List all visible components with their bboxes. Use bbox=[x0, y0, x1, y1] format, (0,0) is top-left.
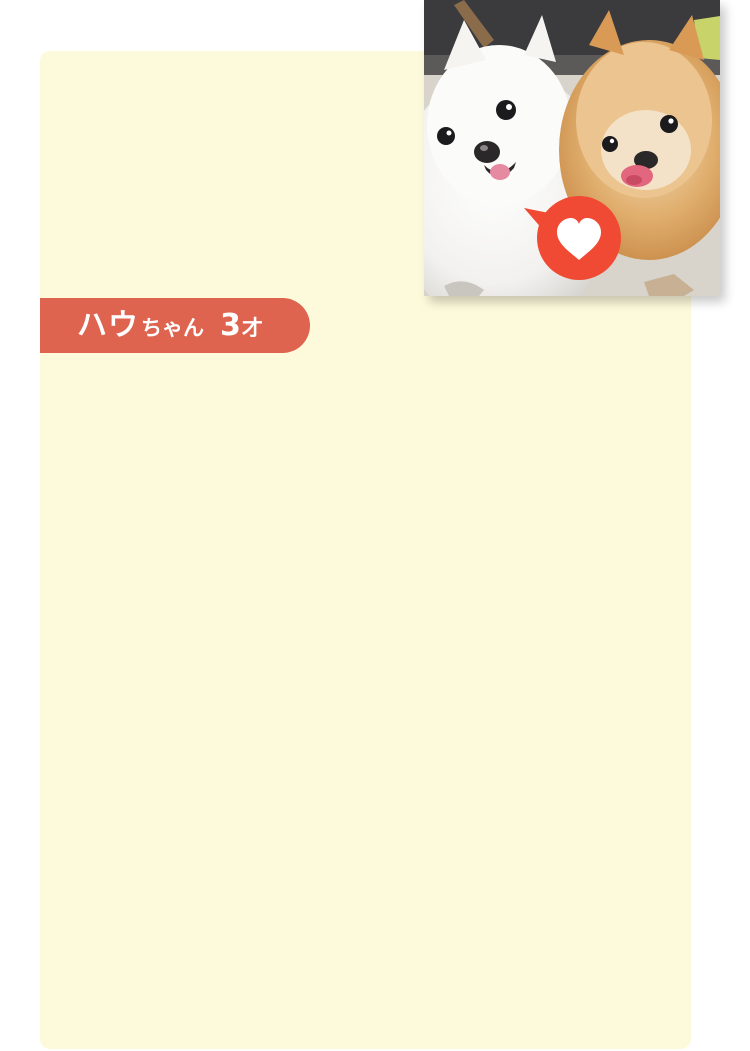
like-bubble[interactable] bbox=[520, 196, 622, 282]
age-unit: 才 bbox=[241, 316, 263, 340]
name-honorific: ちゃん bbox=[141, 316, 204, 340]
dog-age: 3 bbox=[220, 308, 241, 343]
dog-name: ハウ bbox=[77, 308, 139, 343]
name-tag: ハウ ちゃん 3 才 bbox=[40, 298, 310, 353]
